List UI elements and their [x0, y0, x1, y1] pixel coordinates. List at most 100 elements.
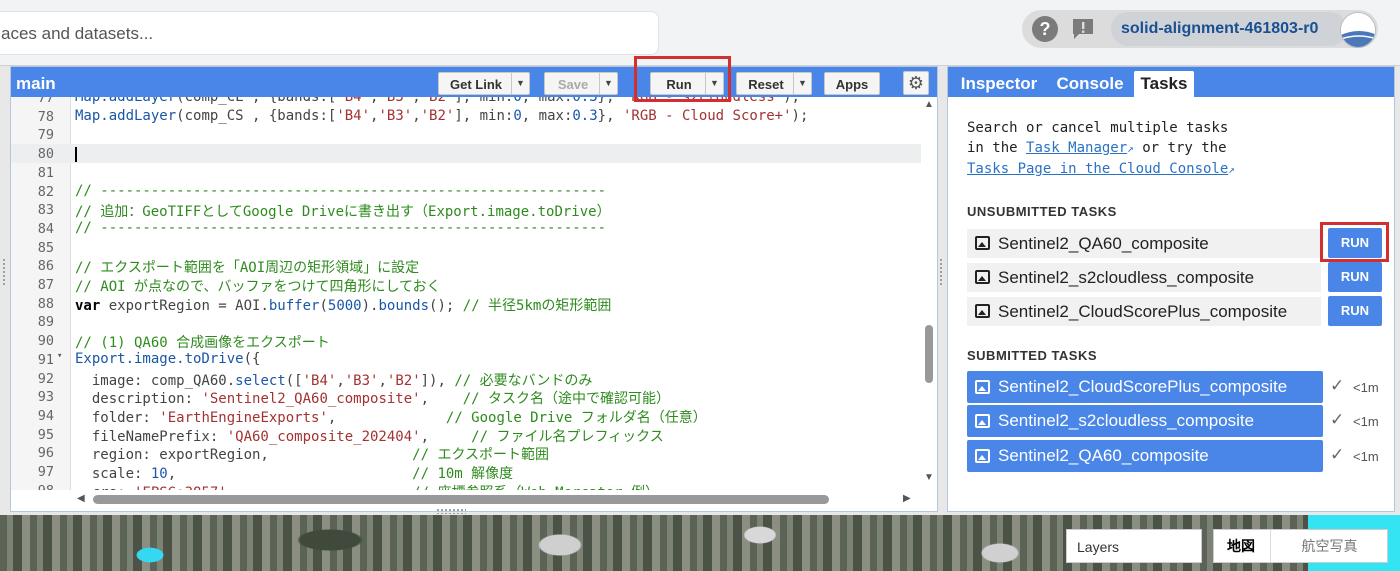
- vertical-scrollbar[interactable]: ▲ ▼: [921, 97, 937, 490]
- code-token: description:: [75, 391, 202, 408]
- reset-button[interactable]: Reset ▼: [736, 72, 812, 95]
- scroll-left-icon[interactable]: ◀: [77, 493, 85, 504]
- code-line[interactable]: 88 var exportRegion = AOI.buffer(5000).bo…: [11, 294, 921, 314]
- code-line[interactable]: 93 description: 'Sentinel2_QA60_composit…: [11, 387, 921, 408]
- task-manager-link[interactable]: Task Manager: [1026, 140, 1127, 156]
- code-token: ,: [420, 428, 472, 445]
- task-name: Sentinel2_s2cloudless_composite: [998, 411, 1255, 430]
- intro-line-2: in the Task Manager↗ or try the: [967, 138, 1387, 159]
- layers-control[interactable]: Layers: [1066, 529, 1202, 563]
- feedback-icon[interactable]: [1070, 16, 1096, 42]
- map-type-map-button[interactable]: 地図: [1214, 530, 1268, 562]
- code-line[interactable]: 83 // 追加：GeoTIFFとしてGoogle Driveに書き出す（Expo…: [11, 200, 921, 220]
- code-line[interactable]: 97 scale: 10, // 10m 解像度: [11, 462, 921, 482]
- scroll-up-icon[interactable]: ▲: [924, 99, 934, 110]
- task-time: <1m: [1353, 449, 1379, 464]
- vertical-scroll-thumb[interactable]: [925, 325, 933, 383]
- map-resize-grip-icon[interactable]: [436, 508, 466, 514]
- code-text: Export.image.toDrive({: [75, 351, 260, 367]
- map-type-satellite-button[interactable]: 航空写真: [1270, 530, 1388, 562]
- code-line[interactable]: 95 fileNamePrefix: 'QA60_composite_20240…: [11, 425, 921, 445]
- code-token: // 必要なバンドのみ: [454, 372, 593, 389]
- code-token: image: comp_QA60.: [75, 372, 236, 389]
- line-number: 87: [37, 277, 54, 293]
- submitted-task-row[interactable]: Sentinel2_s2cloudless_composite: [967, 405, 1323, 437]
- code-line[interactable]: 82 // -----------------------------------…: [11, 182, 921, 201]
- image-icon: [975, 449, 990, 463]
- code-line[interactable]: 77 Map.addLayer(comp_CL , {bands:['B4','B…: [11, 97, 921, 107]
- code-line[interactable]: 90 // (1) QA60 合成画像をエクスポート: [11, 331, 921, 351]
- code-token: 0: [513, 97, 522, 105]
- code-token: );: [791, 107, 809, 124]
- task-name: Sentinel2_CloudScorePlus_composite: [998, 302, 1288, 321]
- code-area[interactable]: 77 Map.addLayer(comp_CL , {bands:['B4','B…: [11, 97, 921, 490]
- code-token: Export.image.toDrive: [75, 350, 244, 367]
- code-line[interactable]: 94 folder: 'EarthEngineExports', // Goog…: [11, 406, 921, 426]
- tab-inspector[interactable]: Inspector: [953, 71, 1045, 97]
- code-token: ([: [285, 372, 303, 389]
- code-token: select: [235, 372, 286, 389]
- code-line[interactable]: 92 image: comp_QA60.select(['B4','B3','B…: [11, 369, 921, 389]
- code-token: // 半径5kmの矩形範囲: [462, 297, 612, 314]
- map-view[interactable]: Layers 地図 航空写真: [0, 515, 1400, 571]
- horizontal-scrollbar[interactable]: ◀ ▶: [71, 490, 921, 510]
- code-token: ,: [378, 372, 387, 389]
- code-line[interactable]: 91 ▾ Export.image.toDrive({: [11, 350, 921, 369]
- code-line[interactable]: 86 // エクスポート範囲を「AOI周辺の矩形領域」に設定: [11, 256, 921, 276]
- code-line[interactable]: 79: [11, 125, 921, 144]
- task-name: Sentinel2_s2cloudless_composite: [998, 268, 1255, 287]
- code-token: (comp_CS , {bands:[: [176, 107, 337, 124]
- save-button[interactable]: Save ▼: [544, 72, 618, 95]
- avatar[interactable]: [1340, 12, 1376, 48]
- submitted-task-row[interactable]: Sentinel2_QA60_composite: [967, 440, 1323, 472]
- scroll-right-icon[interactable]: ▶: [903, 493, 911, 504]
- tasks-page-link[interactable]: Tasks Page in the Cloud Console: [967, 161, 1228, 177]
- run-task-button[interactable]: RUN: [1328, 262, 1382, 292]
- fold-arrow-icon[interactable]: ▾: [57, 351, 62, 361]
- scroll-down-icon[interactable]: ▼: [924, 472, 934, 483]
- line-number: 93: [37, 389, 54, 406]
- reset-dropdown-icon[interactable]: ▼: [793, 73, 811, 94]
- project-name: solid-alignment-461803-r0: [1121, 20, 1319, 37]
- search-input[interactable]: aces and datasets...: [0, 11, 659, 55]
- line-number: 96: [37, 445, 54, 462]
- left-resize-grip-icon[interactable]: [2, 258, 6, 286]
- code-token: // エクスポート範囲: [412, 447, 550, 464]
- horizontal-scroll-thumb[interactable]: [93, 495, 829, 504]
- tasks-intro: Search or cancel multiple tasks in the T…: [967, 118, 1387, 180]
- run-task-button[interactable]: RUN: [1328, 296, 1382, 326]
- get-link-button[interactable]: Get Link ▼: [438, 72, 530, 95]
- get-link-dropdown-icon[interactable]: ▼: [511, 73, 529, 94]
- code-line[interactable]: 81: [11, 163, 921, 182]
- code-token: 'B3': [378, 107, 413, 124]
- project-selector[interactable]: solid-alignment-461803-r0: [1111, 12, 1347, 46]
- code-line[interactable]: 96 region: exportRegion, // エクスポート範囲: [11, 443, 921, 464]
- code-token: 'B4': [336, 107, 371, 124]
- code-token: // Google Drive フォルダ名（任意）: [445, 409, 707, 426]
- code-line[interactable]: 84 // -----------------------------------…: [11, 219, 921, 238]
- code-token: // タスク名（途中で確認可能）: [462, 391, 671, 408]
- task-name: Sentinel2_QA60_composite: [998, 234, 1209, 253]
- line-number: 78: [37, 108, 54, 125]
- code-token: 'B3': [344, 372, 379, 389]
- code-line[interactable]: 87 // AOI が点なので、バッファをつけて四角形にしておく: [11, 275, 921, 295]
- center-resize-grip-icon[interactable]: [939, 258, 943, 286]
- code-line[interactable]: 78 Map.addLayer(comp_CS , {bands:['B4','B…: [11, 107, 921, 126]
- apps-button[interactable]: Apps: [824, 72, 880, 95]
- line-number: 95: [37, 426, 54, 443]
- code-token: var: [75, 297, 101, 314]
- code-line[interactable]: 80: [11, 144, 921, 163]
- code-token: , max:: [521, 107, 573, 124]
- tab-tasks[interactable]: Tasks: [1134, 71, 1194, 97]
- code-line[interactable]: 85: [11, 238, 921, 257]
- tab-console[interactable]: Console: [1048, 71, 1132, 97]
- tab-inspector-label: Inspector: [960, 74, 1038, 93]
- line-number: 98: [11, 483, 54, 490]
- save-dropdown-icon[interactable]: ▼: [599, 73, 617, 94]
- help-icon[interactable]: ?: [1032, 16, 1058, 42]
- code-line[interactable]: 89: [11, 312, 921, 331]
- code-token: (: [319, 297, 328, 314]
- code-line[interactable]: 98 crs: 'EPSG:3857', // 座標参照系（Web Mercat…: [11, 481, 921, 490]
- submitted-task-row[interactable]: Sentinel2_CloudScorePlus_composite: [967, 371, 1323, 403]
- gear-icon[interactable]: ⚙: [903, 71, 929, 95]
